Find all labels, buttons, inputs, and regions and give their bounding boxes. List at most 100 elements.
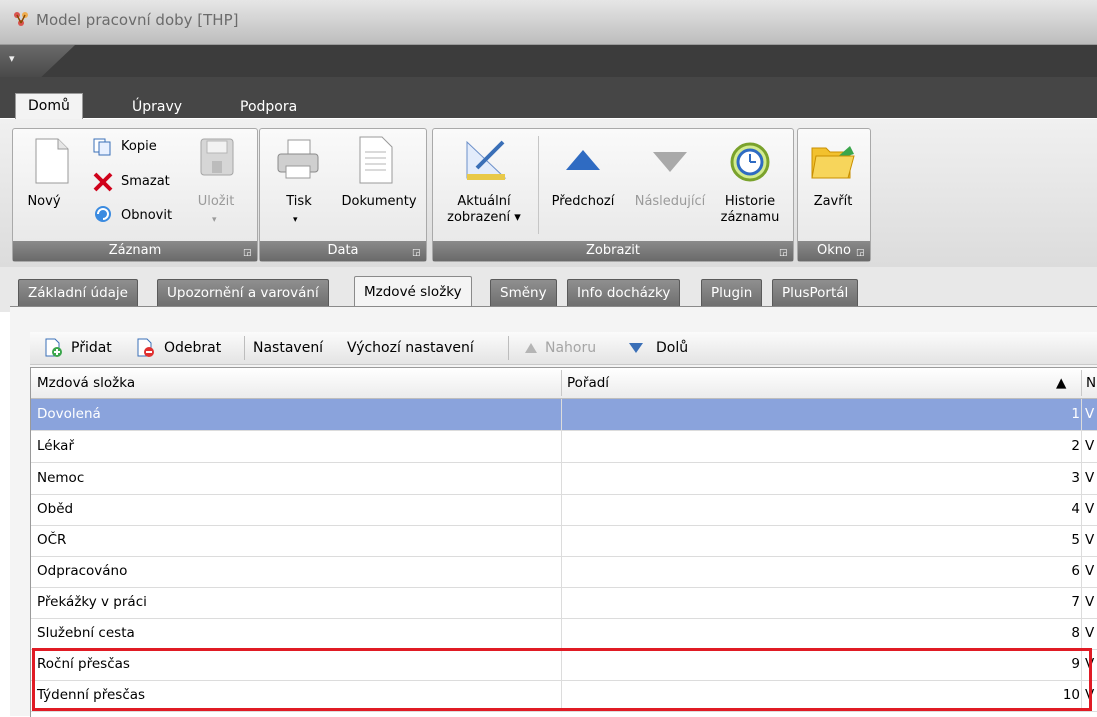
table-row[interactable]: OČR 5 V <box>31 525 1097 557</box>
column-header-order[interactable]: Pořadí <box>561 368 609 398</box>
add-button[interactable]: Přidat <box>71 338 112 358</box>
settings-button[interactable]: Nastavení <box>253 338 323 358</box>
cell-wage-component: Služební cesta <box>37 625 135 641</box>
cell-order: 3 <box>561 463 1080 494</box>
title-bar: Model pracovní doby [THP] <box>0 0 1097 45</box>
move-up-button[interactable]: Nahoru <box>545 338 596 358</box>
move-down-button[interactable]: Dolů <box>656 338 688 358</box>
history-label-2: záznamu <box>720 210 780 225</box>
cell-next: V <box>1081 556 1097 587</box>
history-clock-icon <box>730 142 770 182</box>
cell-wage-component: Překážky v práci <box>37 594 147 610</box>
column-header-wage-component[interactable]: Mzdová složka <box>31 368 135 398</box>
delete-icon <box>93 172 113 192</box>
previous-arrow-icon <box>566 150 600 170</box>
up-arrow-icon <box>525 343 537 353</box>
group-zaznam-label: Záznam <box>13 241 257 261</box>
table-row[interactable]: Překážky v práci 7 V <box>31 587 1097 619</box>
cell-order: 2 <box>561 431 1080 462</box>
table-row[interactable]: Odpracováno 6 V <box>31 556 1097 588</box>
documents-button[interactable]: Dokumenty <box>334 194 424 210</box>
table-row[interactable]: Dovolená 1 V <box>31 399 1097 431</box>
cell-order: 5 <box>561 525 1080 556</box>
next-arrow-icon <box>653 152 687 172</box>
previous-button[interactable]: Předchozí <box>544 194 622 210</box>
tab-wage-components[interactable]: Mzdové složky <box>354 276 472 307</box>
close-folder-icon <box>811 146 855 179</box>
printer-icon <box>277 139 319 179</box>
window-title: Model pracovní doby [THP] <box>36 11 239 29</box>
column-header-next[interactable]: N <box>1082 368 1096 398</box>
quick-access-bar <box>0 45 1097 77</box>
cell-order: 6 <box>561 556 1080 587</box>
new-document-icon[interactable] <box>34 138 70 184</box>
table-row[interactable]: Služební cesta 8 V <box>31 618 1097 650</box>
cell-next: V <box>1081 618 1097 649</box>
table-row[interactable]: Nemoc 3 V <box>31 463 1097 495</box>
toolbar-separator <box>244 336 245 360</box>
copy-button[interactable]: Kopie <box>121 139 157 155</box>
app-icon <box>14 12 28 26</box>
save-button[interactable]: Uložit <box>196 194 236 210</box>
sort-ascending-icon: ▲ <box>1056 375 1067 391</box>
dialog-launcher-icon[interactable]: ◲ <box>856 248 866 258</box>
default-settings-button[interactable]: Výchozí nastavení <box>347 338 474 358</box>
quick-access-dropdown-icon[interactable]: ▾ <box>9 52 15 65</box>
print-button[interactable]: Tisk <box>283 194 315 210</box>
group-zobrazit-label: Zobrazit <box>433 241 793 261</box>
cell-wage-component: Oběd <box>37 501 74 517</box>
close-button[interactable]: Zavřít <box>805 194 861 210</box>
next-button[interactable]: Následující <box>629 194 711 210</box>
tab-warnings[interactable]: Upozornění a varování <box>157 279 329 306</box>
toolbar-separator <box>508 336 509 360</box>
cell-wage-component: Odpracováno <box>37 563 128 579</box>
cell-wage-component: OČR <box>37 532 67 548</box>
dialog-launcher-icon[interactable]: ◲ <box>412 248 422 258</box>
ribbon-tab-support[interactable]: Podpora <box>228 95 309 119</box>
dialog-launcher-icon[interactable]: ◲ <box>243 248 253 258</box>
copy-icon <box>93 138 111 156</box>
table-row[interactable]: Oběd 4 V <box>31 494 1097 526</box>
save-icon <box>200 138 234 176</box>
refresh-button[interactable]: Obnovit <box>121 208 172 224</box>
cell-next: V <box>1081 399 1097 430</box>
cell-next: V <box>1081 431 1097 462</box>
history-button[interactable]: Historie záznamu <box>712 194 788 226</box>
tab-attendance-info[interactable]: Info docházky <box>567 279 681 306</box>
cell-order: 8 <box>561 618 1080 649</box>
ribbon-separator <box>538 136 539 234</box>
down-arrow-icon <box>629 343 643 353</box>
current-view-icon <box>466 140 507 180</box>
new-button[interactable]: Nový <box>18 194 70 210</box>
ribbon-tab-home[interactable]: Domů <box>15 93 83 120</box>
cell-wage-component: Lékař <box>37 438 74 454</box>
ribbon-tab-edit[interactable]: Úpravy <box>120 95 194 119</box>
print-dropdown-icon[interactable]: ▾ <box>293 212 298 228</box>
cell-next: V <box>1081 463 1097 494</box>
tab-basic-info[interactable]: Základní údaje <box>18 279 138 306</box>
history-label-1: Historie <box>724 194 776 209</box>
remove-button[interactable]: Odebrat <box>164 338 221 358</box>
current-view-button[interactable]: Aktuální zobrazení ▾ <box>438 194 530 226</box>
delete-button[interactable]: Smazat <box>121 174 170 190</box>
tab-shifts[interactable]: Směny <box>490 279 557 306</box>
cell-next: V <box>1081 587 1097 618</box>
remove-icon <box>137 338 154 357</box>
cell-next: V <box>1081 494 1097 525</box>
documents-icon <box>359 136 393 184</box>
cell-wage-component: Dovolená <box>37 406 101 422</box>
add-icon <box>45 338 62 357</box>
cell-order: 4 <box>561 494 1080 525</box>
cell-order: 1 <box>561 399 1080 430</box>
save-dropdown-icon[interactable]: ▾ <box>212 212 217 228</box>
highlight-box <box>32 648 1092 711</box>
table-row[interactable]: Lékař 2 V <box>31 431 1097 463</box>
cell-next: V <box>1081 525 1097 556</box>
tab-plugin[interactable]: Plugin <box>701 279 763 306</box>
tab-plusportal[interactable]: PlusPortál <box>772 279 859 306</box>
group-data-label: Data <box>260 241 426 261</box>
cell-order: 7 <box>561 587 1080 618</box>
cell-wage-component: Nemoc <box>37 470 85 486</box>
current-view-label-2: zobrazení ▾ <box>447 210 521 225</box>
dialog-launcher-icon[interactable]: ◲ <box>779 248 789 258</box>
